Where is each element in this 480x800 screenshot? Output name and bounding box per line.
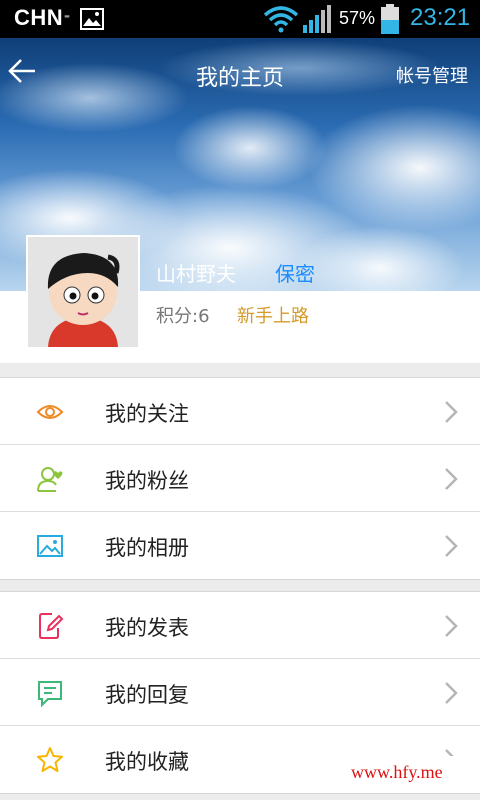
menu-group-social: 我的关注 我的粉丝 我的相册 — [0, 377, 480, 580]
account-management-button[interactable]: 帐号管理 — [396, 62, 468, 88]
menu-item-label: 我的回复 — [105, 683, 189, 707]
edit-icon — [36, 612, 64, 640]
menu-item-posts[interactable]: 我的发表 — [0, 592, 480, 659]
signal-icon — [302, 5, 332, 37]
star-icon — [36, 746, 64, 774]
chevron-right-icon — [444, 467, 458, 495]
menu-item-followers[interactable]: 我的粉丝 — [0, 445, 480, 512]
privacy-label: 保密 — [275, 262, 315, 286]
battery-percent: 57% — [339, 8, 376, 28]
image-icon — [80, 8, 104, 34]
points-value: 积分:6 — [156, 306, 210, 327]
photo-icon — [36, 532, 64, 560]
clock: 23:21 — [410, 4, 471, 31]
user-heart-icon — [36, 465, 64, 493]
wifi-icon — [263, 5, 299, 37]
menu-item-label: 我的相册 — [105, 536, 189, 560]
username: 山村野夫 — [156, 262, 236, 286]
user-level: 新手上路 — [237, 306, 309, 327]
chevron-right-icon — [444, 400, 458, 428]
menu-item-label: 我的粉丝 — [105, 469, 189, 493]
chevron-right-icon — [444, 534, 458, 562]
menu-item-replies[interactable]: 我的回复 — [0, 659, 480, 726]
eye-icon — [36, 398, 64, 426]
battery-icon — [380, 4, 400, 38]
carrier-suffix: - — [64, 5, 70, 25]
menu-item-following[interactable]: 我的关注 — [0, 378, 480, 445]
chevron-right-icon — [444, 614, 458, 642]
comment-icon — [36, 679, 64, 708]
menu-item-label: 我的关注 — [105, 402, 189, 426]
avatar[interactable] — [26, 235, 140, 349]
menu-item-label: 我的收藏 — [105, 750, 189, 774]
menu-item-album[interactable]: 我的相册 — [0, 512, 480, 579]
status-bar: CHN - 57% 23:21 — [0, 0, 480, 38]
menu-item-label: 我的发表 — [105, 616, 189, 640]
carrier-label: CHN — [14, 5, 64, 30]
watermark: www.hfy.me — [343, 756, 480, 792]
chevron-right-icon — [444, 681, 458, 709]
